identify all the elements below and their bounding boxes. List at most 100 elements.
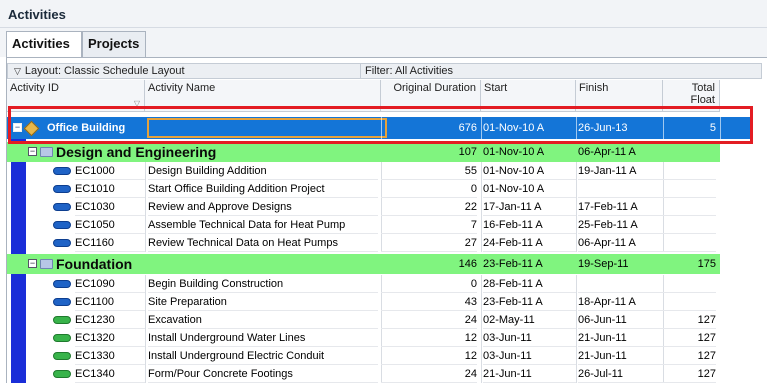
table-row[interactable]: EC1090 Begin Building Construction 0 28-…	[7, 275, 720, 293]
table-row[interactable]: EC1050 Assemble Technical Data for Heat …	[7, 216, 720, 234]
wbs-duration: 107	[458, 146, 477, 158]
activity-start: 21-Jun-11	[483, 365, 576, 383]
project-duration: 676	[458, 122, 477, 134]
collapse-icon[interactable]: −	[28, 259, 37, 268]
column-header-label: Total Float	[690, 82, 715, 106]
column-header-activity-name[interactable]: Activity Name	[145, 80, 381, 112]
table-row[interactable]: EC1100 Site Preparation 43 23-Feb-11 A 1…	[7, 293, 720, 311]
wbs-row-foundation[interactable]: − Foundation 146 23-Feb-11 A 19-Sep-11 1…	[7, 254, 720, 274]
wbs-finish: 06-Apr-11 A	[578, 146, 636, 158]
project-row[interactable]: − Office Building 676 01-Nov-10 A 26-Jun…	[7, 117, 750, 139]
column-divider	[720, 117, 721, 139]
activity-name: Install Underground Electric Conduit	[148, 347, 378, 365]
column-divider	[481, 198, 482, 216]
project-icon	[23, 120, 40, 137]
column-divider	[576, 234, 577, 252]
table-row[interactable]: EC1340 Form/Pour Concrete Footings 24 21…	[7, 365, 720, 383]
activity-finish: 06-Jun-11	[578, 311, 663, 329]
column-divider	[576, 365, 577, 383]
table-row[interactable]: EC1320 Install Underground Water Lines 1…	[7, 329, 720, 347]
activity-bar-icon	[53, 203, 71, 211]
activity-bar-icon	[53, 167, 71, 175]
activity-total-float: 127	[663, 347, 716, 365]
tab-projects[interactable]: Projects	[82, 31, 146, 57]
wbs-name: Foundation	[56, 256, 133, 272]
activity-start: 16-Feb-11 A	[483, 216, 576, 234]
activity-id: EC1000	[75, 162, 145, 180]
tab-activities[interactable]: Activities	[6, 31, 82, 58]
layout-selector[interactable]: ▽ Layout: Classic Schedule Layout	[14, 65, 185, 77]
filter-label[interactable]: Filter: All Activities	[360, 64, 760, 79]
activity-id: EC1330	[75, 347, 145, 365]
activity-total-float: 127	[663, 365, 716, 383]
activity-duration: 43	[381, 293, 477, 311]
table-row[interactable]: EC1010 Start Office Building Addition Pr…	[7, 180, 720, 198]
activity-name-edit-cell[interactable]	[147, 118, 387, 138]
activity-name: Site Preparation	[148, 293, 378, 311]
table-row[interactable]: EC1000 Design Building Addition 55 01-No…	[7, 162, 720, 180]
column-divider	[481, 275, 482, 293]
activity-finish: 26-Jul-11	[578, 365, 663, 383]
wbs-total-float: 175	[697, 258, 716, 270]
column-divider	[481, 293, 482, 311]
table-row[interactable]: EC1230 Excavation 24 02-May-11 06-Jun-11…	[7, 311, 720, 329]
column-header-label: Activity ID	[10, 82, 59, 94]
column-divider	[481, 117, 482, 139]
column-divider	[481, 347, 482, 365]
activity-id: EC1320	[75, 329, 145, 347]
activity-id: EC1010	[75, 180, 145, 198]
column-divider	[145, 275, 146, 293]
column-header-start[interactable]: Start	[481, 80, 576, 112]
column-header-total-float[interactable]: Total Float	[663, 80, 720, 112]
column-header-label: Activity Name	[148, 82, 216, 94]
folder-icon	[40, 259, 53, 269]
wbs-row-design-and-engineering[interactable]: − Design and Engineering 107 01-Nov-10 A…	[7, 142, 720, 162]
activity-finish: 19-Jan-11 A	[578, 162, 663, 180]
column-header-finish[interactable]: Finish	[576, 80, 663, 112]
wbs-duration: 146	[458, 258, 477, 270]
column-header-original-duration[interactable]: Original Duration	[381, 80, 481, 112]
table-row[interactable]: EC1330 Install Underground Electric Cond…	[7, 347, 720, 365]
window-title-bar: Activities	[0, 0, 767, 28]
column-header-activity-id[interactable]: Activity ID ▽	[7, 80, 145, 112]
column-divider	[481, 216, 482, 234]
project-name: Office Building	[47, 122, 126, 134]
activities-table: ▽ Layout: Classic Schedule Layout Filter:…	[6, 57, 767, 383]
project-total-float: 5	[709, 122, 716, 134]
activity-start: 01-Nov-10 A	[483, 162, 576, 180]
activity-start: 03-Jun-11	[483, 347, 576, 365]
activity-start: 03-Jun-11	[483, 329, 576, 347]
activity-id: EC1100	[75, 293, 145, 311]
column-divider	[481, 180, 482, 198]
activity-duration: 22	[381, 198, 477, 216]
activity-bar-icon	[53, 316, 71, 324]
activity-finish	[578, 180, 663, 198]
table-row[interactable]: EC1030 Review and Approve Designs 22 17-…	[7, 198, 720, 216]
folder-icon	[40, 147, 53, 157]
activity-total-float	[663, 180, 716, 198]
activity-finish: 18-Apr-11 A	[578, 293, 663, 311]
activity-name: Design Building Addition	[148, 162, 378, 180]
activity-start: 24-Feb-11 A	[483, 234, 576, 252]
collapse-icon[interactable]: −	[13, 123, 22, 132]
activity-duration: 27	[381, 234, 477, 252]
activity-name: Review Technical Data on Heat Pumps	[148, 234, 378, 252]
activity-total-float	[663, 275, 716, 293]
column-divider	[576, 216, 577, 234]
layout-filter-bar: ▽ Layout: Classic Schedule Layout Filter:…	[7, 63, 762, 79]
wbs-finish: 19-Sep-11	[578, 258, 629, 270]
project-start: 01-Nov-10 A	[483, 122, 545, 134]
activity-id: EC1050	[75, 216, 145, 234]
activity-total-float	[663, 198, 716, 216]
activity-name: Install Underground Water Lines	[148, 329, 378, 347]
activity-duration: 12	[381, 347, 477, 365]
table-row[interactable]: EC1160 Review Technical Data on Heat Pum…	[7, 234, 720, 252]
collapse-icon[interactable]: −	[28, 147, 37, 156]
activity-duration: 12	[381, 329, 477, 347]
activity-total-float	[663, 162, 716, 180]
activity-bar-icon	[53, 280, 71, 288]
activity-start: 17-Jan-11 A	[483, 198, 576, 216]
column-divider	[145, 365, 146, 383]
column-header-label: Finish	[579, 82, 609, 94]
column-divider	[576, 162, 577, 180]
